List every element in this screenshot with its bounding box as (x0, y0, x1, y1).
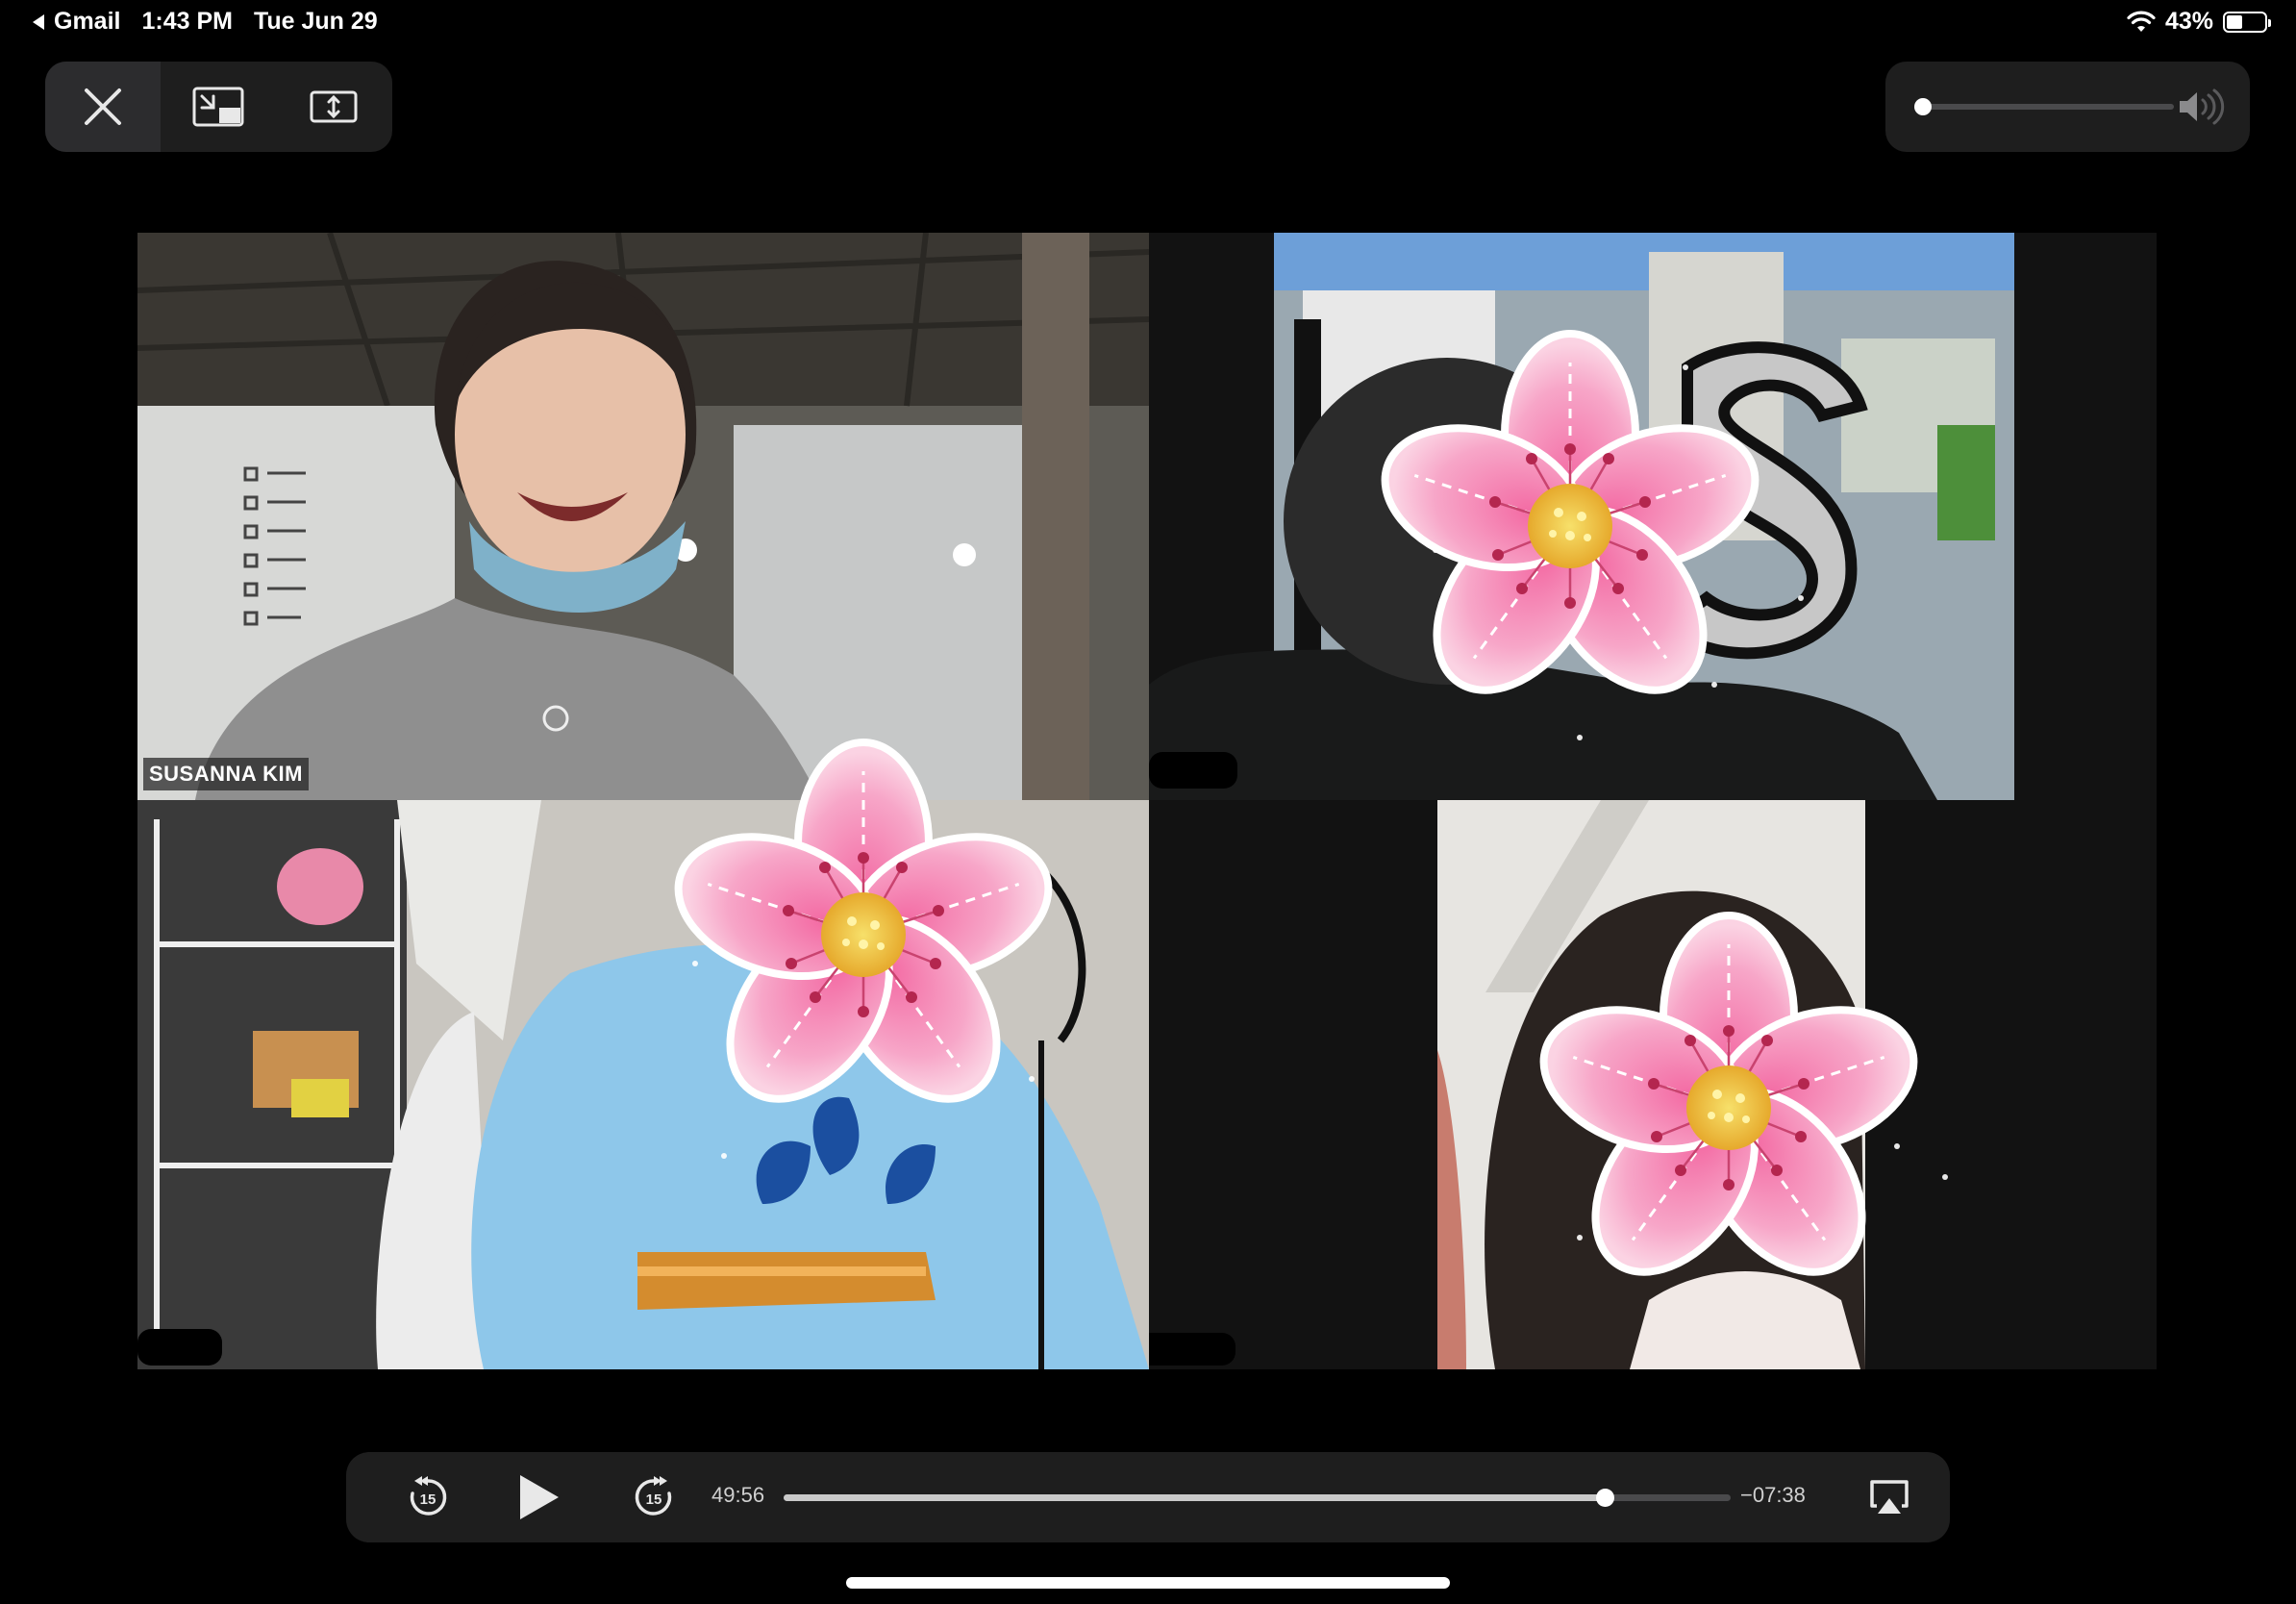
battery-percent: 43% (2164, 8, 2213, 35)
time-remaining: −07:38 (1740, 1483, 1806, 1507)
play-button[interactable] (486, 1452, 591, 1542)
back-to-app-link[interactable]: Gmail (31, 8, 120, 36)
player-top-controls (45, 62, 392, 152)
flower-sticker (661, 742, 1066, 1129)
battery-level (2227, 14, 2243, 29)
aspect-fill-icon (310, 90, 358, 123)
scrubber-progress (784, 1494, 1605, 1501)
back-app-label: Gmail (54, 8, 121, 35)
skip-back-15-button[interactable]: 15 (375, 1452, 481, 1542)
flower-sticker-layer (137, 233, 1948, 1369)
wifi-icon (2127, 11, 2156, 32)
video-frame[interactable]: SUSANNA KIM (137, 233, 2157, 1369)
scrubber-knob[interactable] (1595, 1489, 1614, 1507)
airplay-button[interactable] (1851, 1452, 1928, 1542)
skip-forward-15-icon: 15 (635, 1476, 672, 1516)
play-icon (520, 1475, 559, 1519)
playback-controls: 15 15 49:56 −07:38 (346, 1452, 1950, 1542)
status-time: 1:43 PM (141, 8, 233, 35)
battery-icon (2223, 11, 2271, 33)
status-date: Tue Jun 29 (253, 8, 378, 35)
speaker-icon (2180, 88, 2225, 125)
skip-back-15-icon: 15 (410, 1476, 447, 1516)
aspect-fill-button[interactable] (276, 62, 391, 152)
close-icon (85, 88, 121, 125)
skip-forward-15-button[interactable]: 15 (601, 1452, 707, 1542)
picture-in-picture-button[interactable] (161, 62, 276, 152)
status-right: 43% (2127, 8, 2271, 36)
scrubber-track[interactable] (784, 1489, 1731, 1507)
status-left: Gmail 1:43 PM Tue Jun 29 (31, 8, 378, 36)
home-indicator[interactable] (846, 1577, 1450, 1589)
status-bar: Gmail 1:43 PM Tue Jun 29 43% (0, 0, 2296, 46)
flower-sticker (1367, 334, 1773, 720)
volume-slider-track[interactable] (1916, 104, 2174, 110)
flower-sticker (1526, 915, 1932, 1302)
airplay-icon (1870, 1480, 1909, 1514)
back-triangle-icon (33, 13, 44, 30)
time-elapsed: 49:56 (711, 1483, 765, 1507)
close-button[interactable] (45, 62, 161, 152)
volume-control (1885, 62, 2250, 152)
skip-back-seconds: 15 (420, 1491, 437, 1508)
volume-slider-knob[interactable] (1914, 98, 1932, 115)
picture-in-picture-icon (192, 87, 244, 127)
skip-forward-seconds: 15 (646, 1491, 662, 1508)
